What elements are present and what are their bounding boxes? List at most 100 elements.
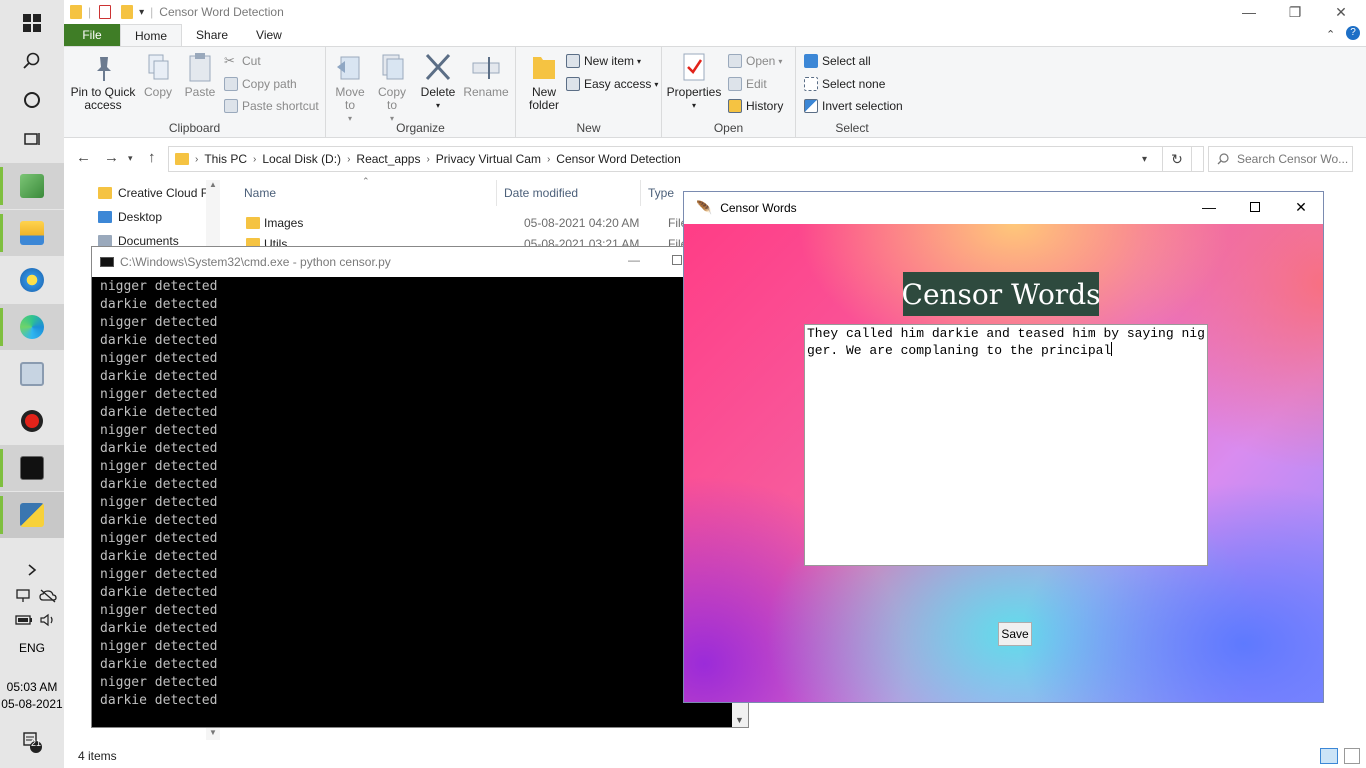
up-arrow-icon[interactable]: ↑ [148,149,156,166]
tab-home[interactable]: Home [120,24,183,46]
close-button[interactable]: ✕ [1278,192,1324,222]
search-input[interactable]: Search Censor Wo... [1208,146,1353,172]
refresh-button[interactable]: ↻ [1162,146,1192,172]
address-field[interactable]: › This PC › Local Disk (D:) › React_apps… [168,146,1204,172]
new-folder-icon[interactable] [121,5,134,19]
nav-item-creative-cloud[interactable]: Creative Cloud F [98,182,208,204]
properties-button[interactable]: Properties ▾ [667,51,721,112]
column-header-date-modified[interactable]: Date modified [504,186,578,200]
details-view-icon[interactable] [1320,748,1338,764]
collapse-ribbon-icon[interactable]: ⌃ [1326,28,1335,41]
tab-file[interactable]: File [64,24,120,46]
new-item-button[interactable]: New item ▾ [566,51,641,71]
file-date: 05-08-2021 04:20 AM [524,216,640,230]
close-button[interactable]: ✕ [1318,0,1364,24]
select-all-button[interactable]: Select all [804,51,871,71]
breadcrumb-censor-word-detection[interactable]: Censor Word Detection [556,152,681,166]
breadcrumb-this-pc[interactable]: This PC [204,152,247,166]
edit-button[interactable]: Edit [728,74,767,94]
cmd-output-line: nigger detected [100,567,218,582]
terminal-icon [20,456,44,480]
copy-button[interactable]: Copy [140,51,176,99]
taskbar-app-python[interactable] [0,492,64,538]
new-folder-button[interactable]: New folder [524,51,564,112]
open-button[interactable]: Open ▾ [728,51,782,71]
scroll-down-icon[interactable]: ▼ [209,728,217,737]
clock-time[interactable]: 05:03 AM [0,680,64,694]
tab-share[interactable]: Share [182,24,242,46]
chevron-right-icon [28,564,37,576]
copy-to-button[interactable]: Copy to ▾ [374,51,410,125]
minimize-icon[interactable]: — [628,253,640,267]
minimize-button[interactable]: — [1226,0,1272,24]
tab-view[interactable]: View [242,24,296,46]
folder-icon [20,221,44,245]
column-header-type[interactable]: Type [648,186,674,200]
maximize-icon[interactable] [672,255,682,265]
move-to-button[interactable]: Move to ▾ [332,51,368,125]
rename-button[interactable]: Rename [463,51,509,99]
large-icons-view-icon[interactable] [1344,748,1360,764]
taskbar-app-recorder[interactable] [0,398,64,444]
cmd-output: nigger detected darkie detected nigger det… [100,278,730,727]
action-center-button[interactable]: 21 [0,726,64,758]
language-indicator[interactable]: ENG [0,641,64,655]
cmd-output-line: nigger detected [100,603,218,618]
address-bar-row: ← → ▾ ↑ › This PC › Local Disk (D:) › Re… [64,143,1366,175]
pin-to-quick-access-button[interactable]: Pin to Quick access [70,51,136,112]
taskbar-app-notepad[interactable] [0,163,64,209]
copy-path-button[interactable]: Copy path [224,74,297,94]
breadcrumb-privacy-virtual-cam[interactable]: Privacy Virtual Cam [436,152,541,166]
paste-shortcut-button[interactable]: Paste shortcut [224,96,319,116]
save-button[interactable]: Save [998,622,1032,646]
breadcrumb-separator-icon[interactable]: › [195,154,198,165]
close-icon: ✕ [1335,3,1347,20]
cmd-output-line: darkie detected [100,333,218,348]
column-header-name[interactable]: Name [244,186,276,200]
scroll-up-icon[interactable]: ▲ [209,180,217,189]
paste-button[interactable]: Paste [182,51,218,99]
feather-icon: 🪶 [696,200,713,215]
properties-check-icon[interactable] [99,5,112,19]
minimize-icon: — [1242,4,1256,20]
taskbar-app-cmd[interactable] [0,445,64,491]
delete-button[interactable]: Delete ▾ [418,51,458,112]
cmd-output-line: darkie detected [100,513,218,528]
delete-label: Delete [420,85,456,99]
breadcrumb-separator-icon[interactable]: › [253,154,256,165]
invert-selection-button[interactable]: Invert selection [804,96,903,116]
select-none-button[interactable]: Select none [804,74,885,94]
address-dropdown-icon[interactable]: ▾ [1142,154,1147,165]
clock-date[interactable]: 05-08-2021 [0,697,64,711]
scroll-down-icon[interactable]: ▼ [735,715,744,725]
breadcrumb-react-apps[interactable]: React_apps [356,152,420,166]
help-icon[interactable]: ? [1346,26,1360,40]
task-view-button[interactable] [0,116,64,162]
column-divider[interactable] [496,180,497,206]
easy-access-button[interactable]: Easy access ▾ [566,74,658,94]
back-arrow-icon[interactable]: ← [76,149,91,166]
breadcrumb-separator-icon[interactable]: › [347,154,350,165]
recent-locations-icon[interactable]: ▾ [128,153,133,164]
nav-item-desktop[interactable]: Desktop [98,206,162,228]
cut-button[interactable]: ✂ Cut [224,51,261,71]
taskbar-app-edge[interactable] [0,304,64,350]
volume-button[interactable] [32,608,64,632]
restore-button[interactable]: ❐ [1272,0,1318,24]
customize-toolbar-icon[interactable]: ▾ [139,7,144,18]
forward-arrow-icon[interactable]: → [104,149,119,166]
cmd-output-line: nigger detected [100,387,218,402]
rename-label: Rename [463,85,509,99]
taskbar-app-installer[interactable] [0,257,64,303]
minimize-button[interactable]: — [1186,192,1232,222]
column-divider[interactable] [640,180,641,206]
taskbar-app-monitor[interactable] [0,351,64,397]
history-button[interactable]: History [728,96,783,116]
breadcrumb-separator-icon[interactable]: › [426,154,429,165]
censor-text-area[interactable]: They called him darkie and teased him by… [804,324,1208,566]
breadcrumb-separator-icon[interactable]: › [547,154,550,165]
taskbar-app-explorer[interactable] [0,210,64,256]
breadcrumb-local-disk[interactable]: Local Disk (D:) [262,152,341,166]
onedrive-button[interactable] [32,584,64,608]
maximize-button[interactable] [1232,192,1278,222]
